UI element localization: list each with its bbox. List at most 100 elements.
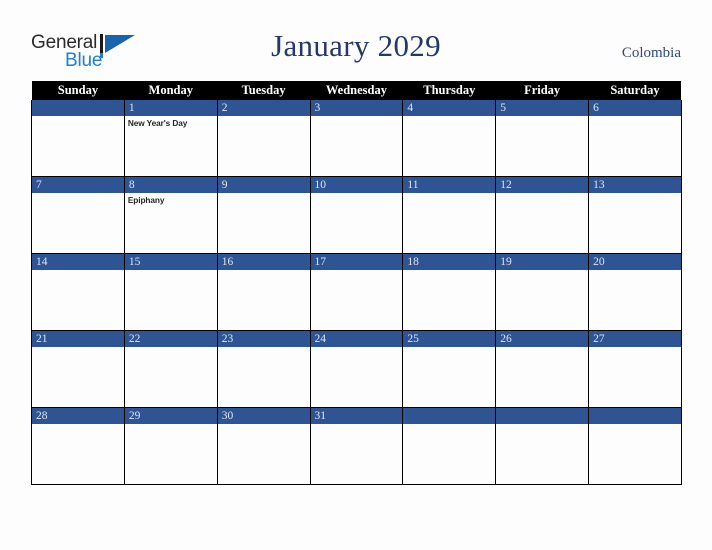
day-cell-4[interactable]: 4 (402, 100, 497, 177)
day-cell-24[interactable]: 24 (309, 330, 404, 408)
calendar-week-row: 21 22 23 24 25 26 27 (31, 330, 682, 408)
day-cell-26[interactable]: 26 (495, 330, 590, 408)
day-events (496, 424, 588, 426)
day-events (589, 347, 681, 349)
day-events (311, 424, 403, 426)
day-number: 9 (217, 177, 310, 193)
day-cell-6[interactable]: 6 (588, 100, 682, 177)
day-events (125, 424, 217, 426)
day-number: 23 (217, 331, 310, 347)
holiday-label: Epiphany (127, 195, 165, 205)
day-cell-10[interactable]: 10 (309, 176, 404, 254)
day-number: 16 (217, 254, 310, 270)
day-events (32, 270, 124, 272)
day-cell-21[interactable]: 21 (31, 330, 125, 408)
day-events (218, 193, 310, 195)
calendar-header-row: Sunday Monday Tuesday Wednesday Thursday Frid… (31, 81, 682, 100)
day-cell-7[interactable]: 7 (31, 176, 125, 254)
day-cell-17[interactable]: 17 (309, 253, 404, 331)
day-cell-18[interactable]: 18 (402, 253, 497, 331)
day-number: 18 (403, 254, 496, 270)
day-number: 2 (217, 100, 310, 116)
day-number: 5 (496, 100, 589, 116)
day-number: 8 (124, 177, 217, 193)
day-events: Epiphany (125, 193, 217, 206)
day-number: 13 (589, 177, 681, 193)
day-events (589, 270, 681, 272)
day-events (125, 270, 217, 272)
day-number: 1 (124, 100, 217, 116)
day-number (589, 408, 681, 424)
day-cell-31[interactable]: 31 (309, 407, 404, 485)
day-cell-20[interactable]: 20 (588, 253, 682, 331)
day-events (589, 193, 681, 195)
day-events (589, 116, 681, 118)
weekday-header-tuesday: Tuesday (217, 81, 311, 100)
day-number: 15 (124, 254, 217, 270)
day-cell-empty[interactable] (588, 407, 682, 485)
weekday-header-monday: Monday (124, 81, 218, 100)
day-number: 19 (496, 254, 589, 270)
day-cell-22[interactable]: 22 (123, 330, 218, 408)
day-number (403, 408, 496, 424)
day-events (32, 116, 124, 118)
day-number: 7 (32, 177, 124, 193)
day-events (32, 424, 124, 426)
day-events (496, 347, 588, 349)
day-events (403, 193, 495, 195)
day-number: 4 (403, 100, 496, 116)
day-cell-2[interactable]: 2 (216, 100, 311, 177)
calendar-week-row: 28 29 30 31 (31, 407, 682, 485)
calendar-week-row: 14 15 16 17 18 19 20 (31, 253, 682, 331)
calendar-week-row: 1 New Year's Day 2 3 4 5 6 (31, 100, 682, 177)
day-cell-19[interactable]: 19 (495, 253, 590, 331)
day-cell-empty[interactable] (495, 407, 590, 485)
day-cell-16[interactable]: 16 (216, 253, 311, 331)
day-events (403, 347, 495, 349)
day-number: 30 (217, 408, 310, 424)
day-cell-29[interactable]: 29 (123, 407, 218, 485)
day-cell-15[interactable]: 15 (123, 253, 218, 331)
day-cell-27[interactable]: 27 (588, 330, 682, 408)
day-cell-12[interactable]: 12 (495, 176, 590, 254)
day-number: 14 (32, 254, 124, 270)
day-cell-1[interactable]: 1 New Year's Day (123, 100, 218, 177)
day-events (218, 347, 310, 349)
day-cell-11[interactable]: 11 (402, 176, 497, 254)
day-events (589, 424, 681, 426)
day-events: New Year's Day (125, 116, 217, 129)
day-cell-empty[interactable] (402, 407, 497, 485)
day-number: 21 (32, 331, 124, 347)
day-events (125, 347, 217, 349)
day-cell-14[interactable]: 14 (31, 253, 125, 331)
day-events (496, 270, 588, 272)
day-events (311, 193, 403, 195)
day-cell-8[interactable]: 8 Epiphany (123, 176, 218, 254)
day-cell-28[interactable]: 28 (31, 407, 125, 485)
day-events (403, 424, 495, 426)
day-cell-empty[interactable] (31, 100, 125, 177)
day-cell-9[interactable]: 9 (216, 176, 311, 254)
day-events (311, 116, 403, 118)
day-number: 22 (124, 331, 217, 347)
day-events (403, 270, 495, 272)
day-number: 25 (403, 331, 496, 347)
day-number: 20 (589, 254, 681, 270)
day-number (32, 100, 124, 116)
weekday-header-wednesday: Wednesday (310, 81, 403, 100)
day-cell-5[interactable]: 5 (495, 100, 590, 177)
day-events (496, 116, 588, 118)
day-cell-30[interactable]: 30 (216, 407, 311, 485)
weekday-header-saturday: Saturday (588, 81, 682, 100)
day-cell-23[interactable]: 23 (216, 330, 311, 408)
day-cell-13[interactable]: 13 (588, 176, 682, 254)
calendar-grid: Sunday Monday Tuesday Wednesday Thursday Frid… (31, 81, 682, 485)
day-number: 12 (496, 177, 589, 193)
day-number: 10 (310, 177, 403, 193)
day-events (311, 347, 403, 349)
weekday-header-friday: Friday (495, 81, 589, 100)
day-number: 3 (310, 100, 403, 116)
day-cell-25[interactable]: 25 (402, 330, 497, 408)
day-number: 31 (310, 408, 403, 424)
day-cell-3[interactable]: 3 (309, 100, 404, 177)
